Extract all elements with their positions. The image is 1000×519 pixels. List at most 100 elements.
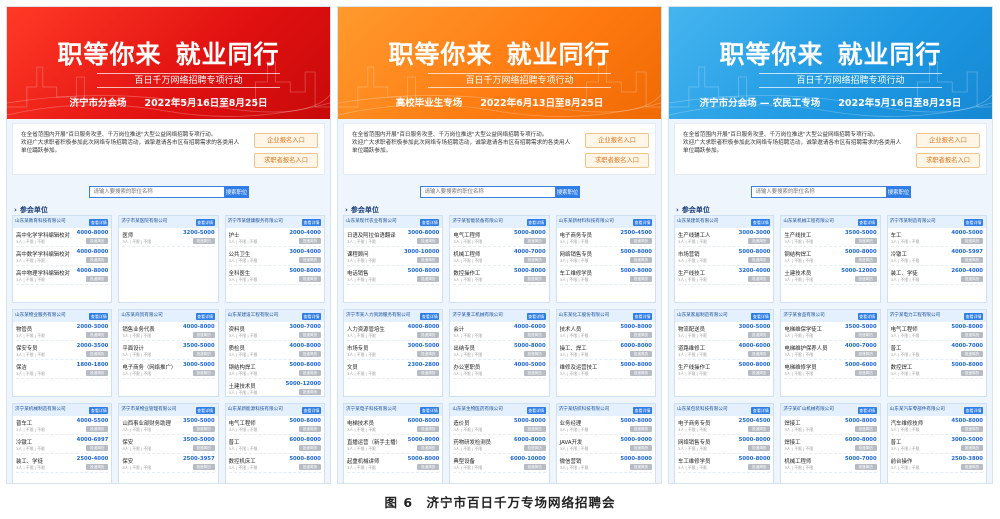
- apply-button[interactable]: 投递简历: [192, 351, 215, 357]
- job-row[interactable]: 钢结构焊工 3人 | 不限 | 不限 5000-8000 投递简历: [228, 360, 321, 379]
- job-title[interactable]: 车工维修学员: [678, 457, 710, 465]
- view-details-button[interactable]: 查看详情: [89, 312, 109, 320]
- job-search-input[interactable]: [88, 186, 225, 198]
- company-name[interactable]: 济宁某矿山机械有限公司: [783, 404, 849, 416]
- job-title[interactable]: 钢结构焊工: [784, 250, 811, 258]
- apply-button[interactable]: 投递简历: [961, 238, 983, 244]
- job-search-input[interactable]: [419, 186, 556, 198]
- company-signup-button[interactable]: 企业报名入口: [916, 133, 980, 148]
- apply-button[interactable]: 投递简历: [417, 370, 440, 376]
- company-name[interactable]: 济宁某电力工程有限公司: [890, 310, 956, 322]
- job-title[interactable]: 普车工: [16, 419, 32, 427]
- view-details-button[interactable]: 查看详情: [751, 406, 771, 414]
- view-details-button[interactable]: 查看详情: [633, 312, 652, 320]
- job-row[interactable]: 电梯维保学徒工 3人 | 不限 | 不限 3500-5000 投递简历: [784, 322, 877, 341]
- job-title[interactable]: 生产线辅工人: [678, 231, 710, 239]
- job-row[interactable]: 生产线辅工人 3人 | 不限 | 不限 3000-3000 投递简历: [678, 228, 771, 247]
- job-title[interactable]: 生产线操作工: [678, 363, 710, 371]
- apply-button[interactable]: 投递简历: [961, 464, 983, 470]
- company-card[interactable]: 山东某机械工程有限公司 查看详情 生产线技工 3人 | 不限 | 不限 3500-500…: [780, 215, 881, 303]
- apply-button[interactable]: 投递简历: [961, 276, 983, 282]
- job-row[interactable]: 网络销售专员 3人 | 不限 | 不限 5000-8000 投递简历: [678, 435, 771, 454]
- job-title[interactable]: 会计: [453, 325, 464, 333]
- job-row[interactable]: 生产线操作工 3人 | 不限 | 不限 5000-8000 投递简历: [678, 360, 771, 379]
- jobseeker-signup-button[interactable]: 求职者报名入口: [916, 153, 980, 168]
- job-row[interactable]: 保洁 3人 | 不限 | 不限 1800-1800 投递简历: [16, 360, 109, 379]
- job-title[interactable]: 药物研发检测员: [453, 438, 491, 446]
- company-name[interactable]: 山东某教育科技有限公司: [15, 216, 81, 228]
- job-title[interactable]: 公共卫生: [229, 250, 251, 258]
- company-card[interactable]: 山东某物业服务有限公司 查看详情 物管员 3人 | 不限 | 不限 2000-3000 投…: [12, 309, 113, 397]
- job-row[interactable]: 网络销售专员 3人 | 不限 | 不限 5000-8000 投递简历: [559, 247, 652, 266]
- company-name[interactable]: 济宁某重工机械有限公司: [452, 310, 518, 322]
- job-row[interactable]: 土建技术员 3人 | 不限 | 不限 5000-12000 投递简历: [229, 379, 321, 396]
- job-title[interactable]: 电话销售: [347, 269, 369, 277]
- apply-button[interactable]: 投递简历: [523, 351, 546, 357]
- apply-button[interactable]: 投递简历: [523, 276, 546, 282]
- view-details-button[interactable]: 查看详情: [420, 406, 440, 414]
- job-title[interactable]: 销售业务代表: [122, 325, 154, 333]
- job-title[interactable]: 直播运营（新手主播）: [347, 438, 401, 446]
- apply-button[interactable]: 投递简历: [86, 257, 109, 263]
- job-title[interactable]: 出纳专员: [453, 344, 475, 352]
- company-card[interactable]: 济宁某重工机械有限公司 查看详情 会计 3人 | 不限 | 不限 4000-6000 投递…: [449, 309, 550, 397]
- apply-button[interactable]: 投递简历: [299, 276, 321, 282]
- apply-button[interactable]: 投递简历: [748, 445, 771, 451]
- apply-button[interactable]: 投递简历: [630, 464, 652, 470]
- apply-button[interactable]: 投递简历: [523, 464, 546, 470]
- job-row[interactable]: 电梯技术员 3人 | 不限 | 不限 6000-8000 投递简历: [347, 416, 440, 435]
- apply-button[interactable]: 投递简历: [417, 445, 440, 451]
- apply-button[interactable]: 投递简历: [299, 257, 321, 263]
- job-title[interactable]: 普工: [891, 438, 902, 446]
- company-card[interactable]: 山东某教育科技有限公司 查看详情 高中化学学科编辑校对 3人 | 不限 | 不限 400…: [12, 215, 113, 303]
- job-title[interactable]: 医师: [122, 231, 133, 239]
- search-button[interactable]: 搜索职位: [224, 186, 249, 198]
- job-row[interactable]: 数控机床工 3人 | 不限 | 不限 5000-8000 投递简历: [228, 454, 321, 473]
- apply-button[interactable]: 投递简历: [417, 276, 440, 282]
- apply-button[interactable]: 投递简历: [630, 351, 652, 357]
- job-row[interactable]: 生产线技工 3人 | 不限 | 不限 3500-5000 投递简历: [784, 228, 877, 247]
- job-row[interactable]: 维修及运营技工 3人 | 不限 | 不限 5000-8000 投递简历: [559, 360, 652, 379]
- view-details-button[interactable]: 查看详情: [526, 406, 546, 414]
- company-card[interactable]: 山东某商贸有限公司 查看详情 销售业务代表 3人 | 不限 | 不限 4000-8000…: [118, 309, 219, 397]
- apply-button[interactable]: 投递简历: [86, 238, 109, 244]
- job-row[interactable]: 高中化学学科编辑校对 3人 | 不限 | 不限 4000-8000 投递简历: [16, 228, 109, 247]
- job-title[interactable]: 市场营销: [678, 250, 700, 258]
- job-title[interactable]: 电气工程师: [229, 419, 256, 427]
- job-title[interactable]: 普工: [229, 438, 240, 446]
- job-title[interactable]: 文员: [347, 363, 358, 371]
- view-details-button[interactable]: 查看详情: [751, 312, 771, 320]
- job-row[interactable]: 机械工程师 3人 | 不限 | 不限 5000-7000 投递简历: [784, 454, 877, 473]
- job-title[interactable]: 电梯维保学徒工: [784, 325, 822, 333]
- company-name[interactable]: 山东某新能源科技有限公司: [228, 404, 294, 416]
- job-row[interactable]: 山西事业部财务助理 3人 | 不限 | 不限 3500-5000 投递简历: [122, 416, 215, 435]
- job-row[interactable]: 资料员 3人 | 不限 | 不限 3000-7000 投递简历: [228, 322, 321, 341]
- apply-button[interactable]: 投递简历: [961, 426, 983, 432]
- job-row[interactable]: 电子商务专员 3人 | 不限 | 不限 2500-4500 投递简历: [678, 416, 771, 435]
- apply-button[interactable]: 投递简历: [961, 445, 983, 451]
- company-name[interactable]: 山东某商贸有限公司: [121, 310, 187, 322]
- apply-button[interactable]: 投递简历: [299, 464, 321, 470]
- job-row[interactable]: 会计 3人 | 不限 | 不限 4000-6000 投递简历: [453, 322, 546, 341]
- company-card[interactable]: 济宁市某医院有限公司 查看详情 医师 3人 | 不限 | 不限 3200-5000 投递简…: [118, 215, 219, 303]
- apply-button[interactable]: 投递简历: [192, 370, 215, 376]
- apply-button[interactable]: 投递简历: [854, 426, 877, 432]
- job-row[interactable]: 普工 3人 | 不限 | 不限 4000-7000 投递简历: [890, 341, 983, 360]
- job-title[interactable]: 网络销售专员: [560, 250, 592, 258]
- apply-button[interactable]: 投递简历: [630, 238, 652, 244]
- company-card[interactable]: 济宁某机械制造有限公司 查看详情 普车工 3人 | 不限 | 不限 4000-5500 投…: [12, 403, 113, 483]
- job-title[interactable]: 焊接工: [784, 419, 800, 427]
- job-row[interactable]: 造价员 3人 | 不限 | 不限 5000-8000 投递简历: [453, 416, 546, 435]
- job-row[interactable]: 高中物理学科编辑校对 3人 | 不限 | 不限 4000-8000 投递简历: [16, 266, 109, 285]
- company-name[interactable]: 济宁某机械制造有限公司: [15, 404, 81, 416]
- job-title[interactable]: 冷镦工: [16, 438, 32, 446]
- job-title[interactable]: 市场专员: [347, 344, 369, 352]
- job-row[interactable]: 焊接工 3人 | 不限 | 不限 5000-8000 投递简历: [784, 416, 877, 435]
- company-name[interactable]: 济宁市某物业管理有限公司: [121, 404, 187, 416]
- company-name[interactable]: 济宁市某医院有限公司: [121, 216, 187, 228]
- apply-button[interactable]: 投递简历: [192, 464, 215, 470]
- view-details-button[interactable]: 查看详情: [302, 218, 321, 226]
- apply-button[interactable]: 投递简历: [299, 351, 321, 357]
- job-row[interactable]: 操工、焊工 3人 | 不限 | 不限 6000-8000 投递简历: [559, 341, 652, 360]
- apply-button[interactable]: 投递简历: [630, 332, 652, 338]
